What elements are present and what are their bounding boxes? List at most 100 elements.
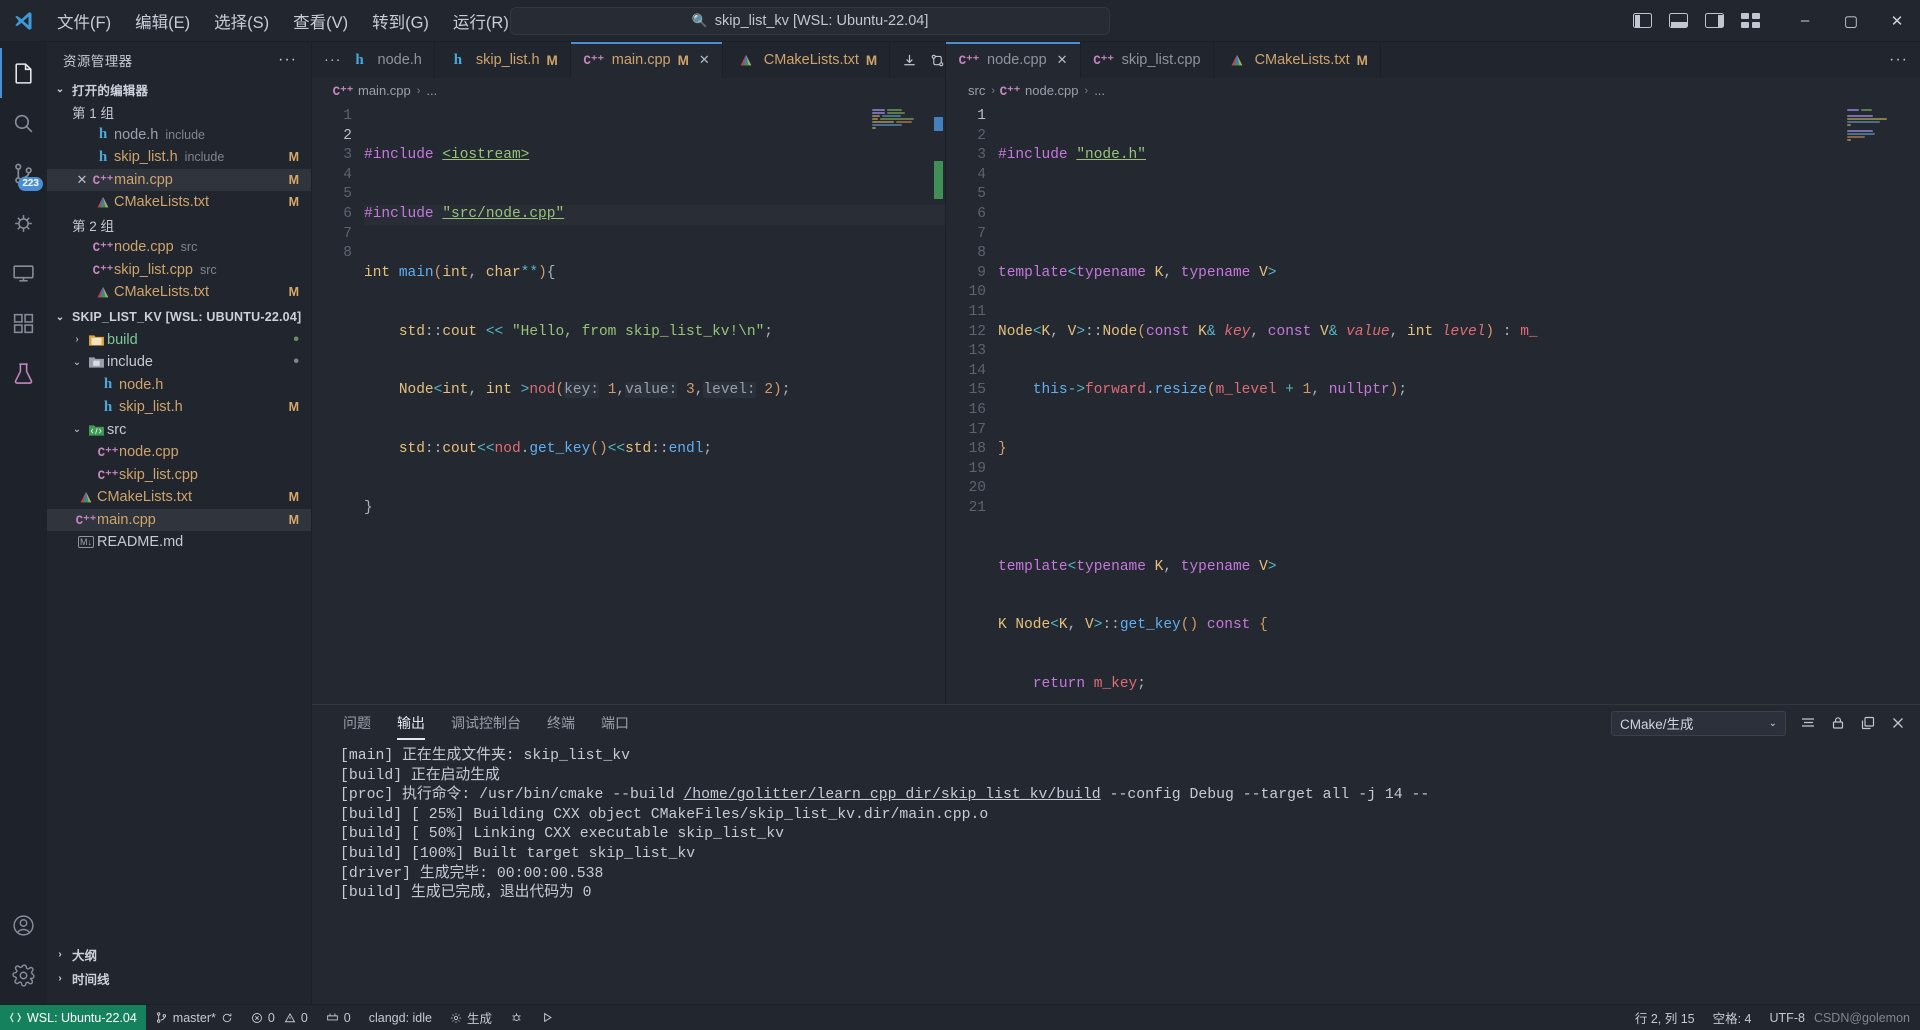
tab-node-cpp[interactable]: C⁺⁺ node.cpp ✕ <box>946 42 1081 78</box>
section-timeline[interactable]: › 时间线 <box>47 966 311 990</box>
more-actions-icon[interactable]: ··· <box>1889 51 1908 69</box>
close-icon[interactable]: ✕ <box>699 52 710 68</box>
open-editor-cmakelists-1[interactable]: CMakeLists.txt M <box>47 191 311 214</box>
run-cmake-icon[interactable] <box>902 53 917 68</box>
open-editor-skip-list-h[interactable]: h skip_list.h include M <box>47 146 311 169</box>
activity-source-control[interactable]: 223 <box>0 148 47 198</box>
output-path-link[interactable]: /home/golitter/learn_cpp_dir/skip_list_k… <box>683 787 1100 803</box>
compare-icon[interactable] <box>930 53 945 68</box>
tabs-overflow-icon[interactable]: ··· <box>324 52 342 68</box>
activity-accounts[interactable] <box>0 900 47 950</box>
status-remote-indicator[interactable]: WSL: Ubuntu-22.04 <box>0 1004 146 1030</box>
code-editor-right[interactable]: 1 2 3 4 5 6 7 8 9 10 11 12 13 14 15 16 1… <box>946 103 1920 704</box>
activity-explorer[interactable] <box>0 48 47 98</box>
breadcrumb-file[interactable]: node.cpp <box>1025 83 1079 98</box>
editor-scrollbar-right[interactable] <box>1907 103 1920 704</box>
tab-cmakelists[interactable]: CMakeLists.txt M <box>722 42 891 78</box>
breadcrumb-symbol[interactable]: ... <box>426 83 437 98</box>
status-run[interactable] <box>532 1005 563 1030</box>
tree-file-main-cpp[interactable]: C⁺⁺ main.cpp M <box>47 508 311 531</box>
status-ports[interactable]: 0 <box>317 1005 360 1030</box>
customize-layout-icon[interactable] <box>1741 13 1760 28</box>
tree-file-skip-list-cpp[interactable]: C⁺⁺ skip_list.cpp <box>47 464 311 487</box>
status-branch[interactable]: master* <box>146 1005 242 1030</box>
open-editor-node-h[interactable]: h node.h include <box>47 124 311 147</box>
open-editors-group-2[interactable]: 第 2 组 <box>47 214 311 237</box>
open-editor-main-cpp[interactable]: ✕ C⁺⁺ main.cpp M <box>47 168 311 191</box>
status-encoding[interactable]: UTF-8 <box>1761 1005 1814 1030</box>
sidebar-more-icon[interactable]: ··· <box>272 51 303 69</box>
tab-cmakelists-right[interactable]: CMakeLists.txt M <box>1213 42 1381 78</box>
clear-output-icon[interactable] <box>1800 715 1816 731</box>
activity-remote-explorer[interactable] <box>0 248 47 298</box>
command-center-search[interactable]: 🔍 skip_list_kv [WSL: Ubuntu-22.04] <box>510 6 1110 35</box>
tree-folder-include[interactable]: ⌄ include • <box>47 351 311 374</box>
window-minimize-button[interactable]: – <box>1782 0 1828 42</box>
status-build[interactable]: 生成 <box>441 1005 501 1030</box>
tab-main-cpp[interactable]: C⁺⁺ main.cpp M ✕ <box>570 42 723 78</box>
panel-tab-debug-console[interactable]: 调试控制台 <box>440 706 532 741</box>
editor-scrollbar-left[interactable] <box>932 103 945 704</box>
status-indentation[interactable]: 空格: 4 <box>1704 1005 1761 1030</box>
window-close-button[interactable]: ✕ <box>1874 0 1920 42</box>
open-editor-skip-list-cpp[interactable]: C⁺⁺ skip_list.cpp src <box>47 259 311 282</box>
lock-scroll-icon[interactable] <box>1830 715 1846 731</box>
minimap-right[interactable] <box>1844 103 1906 704</box>
activity-testing[interactable] <box>0 348 47 398</box>
toggle-primary-sidebar-icon[interactable] <box>1633 13 1652 28</box>
activity-manage-gear-icon[interactable] <box>0 950 47 1000</box>
menu-run[interactable]: 运行(R) <box>442 4 520 38</box>
tree-file-node-h[interactable]: h node.h <box>47 374 311 397</box>
window-maximize-button[interactable]: ▢ <box>1828 0 1874 42</box>
toggle-secondary-sidebar-icon[interactable] <box>1705 13 1724 28</box>
tree-folder-src[interactable]: ⌄ src <box>47 419 311 442</box>
tree-file-skip-list-h[interactable]: h skip_list.h M <box>47 396 311 419</box>
tab-node-h[interactable]: ··· h node.h <box>312 42 435 78</box>
tab-skip-list-h[interactable]: h skip_list.h M <box>434 42 571 78</box>
close-icon[interactable]: ✕ <box>1057 52 1068 68</box>
tree-file-node-cpp[interactable]: C⁺⁺ node.cpp <box>47 441 311 464</box>
tab-skip-list-cpp[interactable]: C⁺⁺ skip_list.cpp <box>1080 42 1214 78</box>
section-workspace[interactable]: ⌄ SKIP_LIST_KV [WSL: UBUNTU-22.04] <box>47 306 311 329</box>
activity-extensions[interactable] <box>0 298 47 348</box>
output-channel-select[interactable]: CMake/生成 ⌄ <box>1611 710 1786 736</box>
open-editor-cmakelists-2[interactable]: CMakeLists.txt M <box>47 281 311 304</box>
menu-file[interactable]: 文件(F) <box>46 4 122 38</box>
activity-search[interactable] <box>0 98 47 148</box>
activity-run-debug[interactable] <box>0 198 47 248</box>
menu-view[interactable]: 查看(V) <box>282 4 359 38</box>
toggle-panel-icon[interactable] <box>1669 13 1688 28</box>
section-outline[interactable]: › 大纲 <box>47 942 311 966</box>
panel-tab-problems[interactable]: 问题 <box>332 706 382 741</box>
code-content-right[interactable]: #include "node.h" template<typename K, t… <box>998 103 1920 704</box>
status-line-col[interactable]: 行 2, 列 15 <box>1626 1005 1704 1030</box>
menu-go[interactable]: 转到(G) <box>361 4 440 38</box>
panel-tab-output[interactable]: 输出 <box>386 706 436 741</box>
close-icon[interactable]: ✕ <box>72 172 92 188</box>
menu-selection[interactable]: 选择(S) <box>203 4 280 38</box>
status-debug[interactable] <box>501 1005 532 1030</box>
tree-file-cmakelists[interactable]: CMakeLists.txt M <box>47 486 311 509</box>
code-editor-left[interactable]: 1 2 3 4 5 6 7 8 #include <iostream> #inc… <box>312 103 945 704</box>
open-editors-group-1[interactable]: 第 1 组 <box>47 101 311 124</box>
code-content-left[interactable]: #include <iostream> #include "src/node.c… <box>364 103 945 704</box>
section-open-editors[interactable]: ⌄ 打开的编辑器 <box>47 78 311 101</box>
open-editor-node-cpp[interactable]: C⁺⁺ node.cpp src <box>47 236 311 259</box>
tree-file-readme[interactable]: M↓ README.md <box>47 531 311 554</box>
status-problems[interactable]: 0 0 <box>242 1005 317 1030</box>
breadcrumb-file[interactable]: main.cpp <box>358 83 411 98</box>
minimap-left[interactable] <box>869 103 931 704</box>
chevron-down-icon[interactable]: ⌄ <box>69 424 85 435</box>
breadcrumb-symbol[interactable]: ... <box>1094 83 1105 98</box>
panel-tab-terminal[interactable]: 终端 <box>536 706 586 741</box>
close-panel-icon[interactable] <box>1890 715 1906 731</box>
panel-tab-ports[interactable]: 端口 <box>590 706 640 741</box>
chevron-right-icon[interactable]: › <box>69 334 85 345</box>
new-window-icon[interactable] <box>1860 715 1876 731</box>
tree-folder-build[interactable]: › build • <box>47 329 311 352</box>
chevron-down-icon[interactable]: ⌄ <box>69 357 85 368</box>
breadcrumb-folder[interactable]: src <box>968 83 985 98</box>
status-clangd[interactable]: clangd: idle <box>360 1005 441 1030</box>
menu-edit[interactable]: 编辑(E) <box>124 4 201 38</box>
output-content[interactable]: [main] 正在生成文件夹: skip_list_kv [build] 正在启动… <box>312 741 1920 1004</box>
